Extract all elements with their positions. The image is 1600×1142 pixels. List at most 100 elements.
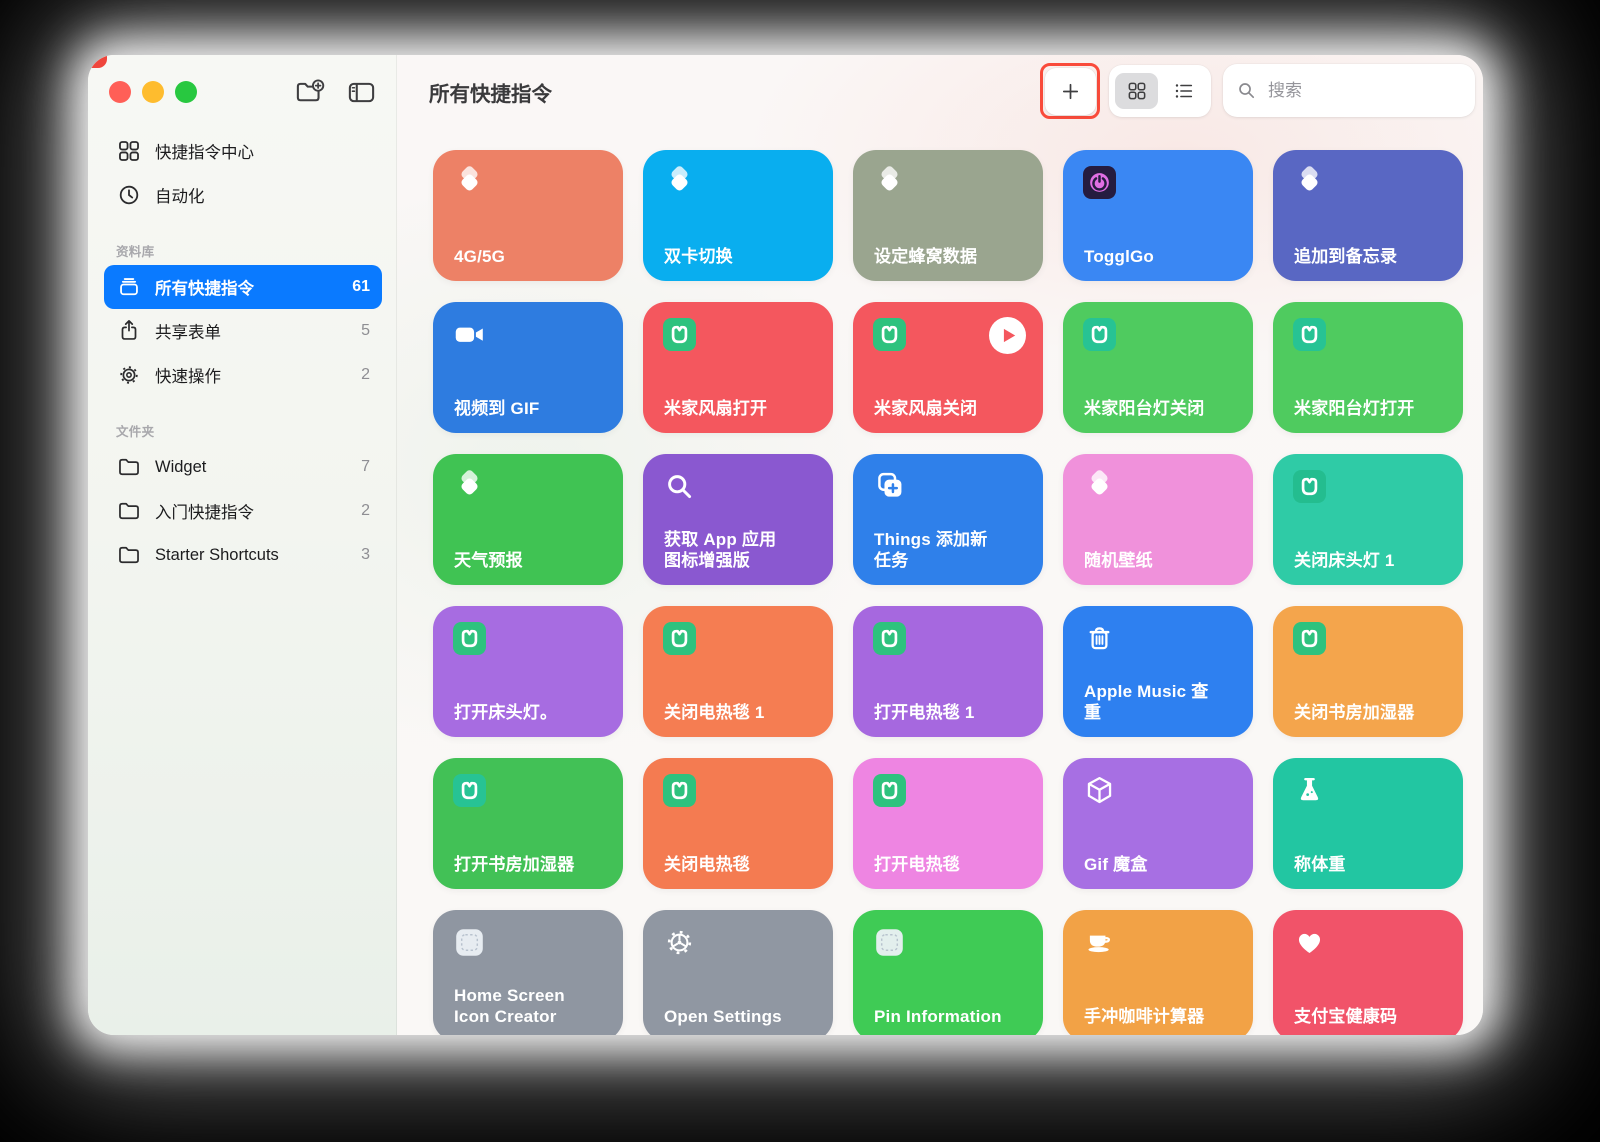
shortcut-tile[interactable]: 打开电热毯 1	[853, 606, 1043, 737]
gear-icon	[116, 362, 142, 388]
shortcut-tile[interactable]: 随机壁纸	[1063, 454, 1253, 585]
shortcut-tile[interactable]: 双卡切换	[643, 150, 833, 281]
page-title: 所有快捷指令	[429, 77, 552, 107]
sidebar-item-label: Widget	[155, 458, 361, 477]
sidebar-item-label: Starter Shortcuts	[155, 546, 361, 565]
sidebar-item-label: 共享表单	[155, 319, 361, 343]
view-mode-segmented-control	[1109, 65, 1211, 117]
new-folder-button[interactable]	[294, 77, 325, 108]
coffee-cup-icon	[1083, 926, 1116, 959]
mihome-icon	[1293, 318, 1326, 351]
grid-view-button[interactable]	[1115, 73, 1158, 109]
shortcut-tile-label: Gif 魔盒	[1084, 854, 1241, 876]
search-icon	[1236, 80, 1257, 101]
zoom-button[interactable]	[175, 81, 197, 103]
shortcut-tile[interactable]: 打开书房加湿器	[433, 758, 623, 889]
grid-view-icon	[1126, 80, 1148, 102]
shortcut-tile[interactable]: 打开电热毯	[853, 758, 1043, 889]
layers-icon	[453, 470, 486, 503]
shortcut-tile-label: 称体重	[1294, 854, 1451, 876]
shortcut-tile[interactable]: 关闭书房加湿器	[1273, 606, 1463, 737]
sidebar-toolbar	[294, 77, 377, 108]
shortcut-tile[interactable]: Open Settings	[643, 910, 833, 1035]
layers-icon	[663, 166, 696, 199]
shortcut-tile-label: 米家风扇打开	[664, 398, 821, 420]
minimize-button[interactable]	[142, 81, 164, 103]
shortcut-tile[interactable]: 视频到 GIF	[433, 302, 623, 433]
search-field[interactable]	[1223, 64, 1475, 117]
shortcut-tile[interactable]: TogglGo	[1063, 150, 1253, 281]
shortcut-tile-label: 关闭床头灯 1	[1294, 550, 1451, 572]
app-placeholder-icon	[453, 926, 486, 959]
mihome-icon	[453, 774, 486, 807]
shortcuts-app-window: 快捷指令中心 自动化 资料库 所有快捷指令 61 共享表单 5 快速操作 2 文…	[88, 55, 1483, 1035]
shortcut-tile[interactable]: 米家风扇打开	[643, 302, 833, 433]
sidebar-item-count: 3	[361, 546, 370, 564]
sidebar-item-count: 7	[361, 458, 370, 476]
sidebar-item-快速操作[interactable]: 快速操作 2	[104, 353, 382, 397]
mihome-icon	[1293, 622, 1326, 655]
shortcut-tile[interactable]: 追加到备忘录	[1273, 150, 1463, 281]
shortcut-tile[interactable]: 获取 App 应用 图标增强版	[643, 454, 833, 585]
shortcut-tile[interactable]: 关闭电热毯	[643, 758, 833, 889]
shortcut-tile-label: 获取 App 应用 图标增强版	[664, 529, 821, 573]
sidebar-item-入门快捷指令[interactable]: 入门快捷指令 2	[104, 489, 382, 533]
close-button[interactable]	[109, 81, 131, 103]
magnifier-icon	[663, 470, 696, 503]
sidebar-item-所有快捷指令[interactable]: 所有快捷指令 61	[104, 265, 382, 309]
shortcut-tile[interactable]: 关闭床头灯 1	[1273, 454, 1463, 585]
sidebar-item-label: 入门快捷指令	[155, 499, 361, 523]
folder-icon	[116, 498, 142, 524]
shortcut-tile-label: Open Settings	[664, 1006, 821, 1028]
shortcut-tile[interactable]: 关闭电热毯 1	[643, 606, 833, 737]
window-controls	[109, 81, 197, 103]
sidebar-item-自动化[interactable]: 自动化	[104, 173, 382, 217]
shortcut-tile[interactable]: Pin Information	[853, 910, 1043, 1035]
shortcut-tile[interactable]: 米家阳台灯打开	[1273, 302, 1463, 433]
shortcut-tile[interactable]: 米家阳台灯关闭	[1063, 302, 1253, 433]
sidebar-item-widget[interactable]: Widget 7	[104, 445, 382, 489]
sidebar-item-starter-shortcuts[interactable]: Starter Shortcuts 3	[104, 533, 382, 577]
power-app-icon	[1083, 166, 1116, 199]
sidebar-list: 快捷指令中心 自动化 资料库 所有快捷指令 61 共享表单 5 快速操作 2 文…	[104, 129, 382, 577]
sidebar-item-共享表单[interactable]: 共享表单 5	[104, 309, 382, 353]
layers-icon	[1293, 166, 1326, 199]
sidebar-item-label: 所有快捷指令	[155, 275, 352, 299]
mihome-icon	[663, 318, 696, 351]
shortcut-tile[interactable]: 支付宝健康码	[1273, 910, 1463, 1035]
list-view-icon	[1173, 80, 1195, 102]
duplicate-plus-icon	[873, 470, 906, 503]
mihome-icon	[663, 774, 696, 807]
shortcut-tile[interactable]: Gif 魔盒	[1063, 758, 1253, 889]
all-shortcuts-icon	[116, 274, 142, 300]
shortcut-tile-label: 双卡切换	[664, 246, 821, 268]
shortcut-tile-label: Apple Music 查 重	[1084, 681, 1241, 725]
toggle-sidebar-button[interactable]	[346, 77, 377, 108]
add-shortcut-button[interactable]	[1045, 68, 1096, 115]
shortcut-tile[interactable]: 天气预报	[433, 454, 623, 585]
mihome-icon	[453, 622, 486, 655]
shortcut-tile[interactable]: 称体重	[1273, 758, 1463, 889]
add-shortcut-annotation-box	[1040, 63, 1100, 119]
shortcut-tile[interactable]: Apple Music 查 重	[1063, 606, 1253, 737]
shortcut-tile[interactable]: 米家风扇关闭	[853, 302, 1043, 433]
trash-icon	[1083, 622, 1116, 655]
shortcut-tile[interactable]: Things 添加新 任务	[853, 454, 1043, 585]
list-view-button[interactable]	[1162, 73, 1205, 109]
shortcut-tile[interactable]: 手冲咖啡计算器	[1063, 910, 1253, 1035]
shortcut-tile[interactable]: 打开床头灯。	[433, 606, 623, 737]
shortcut-tile[interactable]: 设定蜂窝数据	[853, 150, 1043, 281]
shortcut-tile-label: 打开电热毯	[874, 854, 1031, 876]
search-input[interactable]	[1266, 80, 1462, 102]
layers-icon	[873, 166, 906, 199]
run-play-badge[interactable]	[989, 317, 1026, 354]
sidebar-toggle-icon	[346, 77, 377, 108]
shortcut-tile-label: TogglGo	[1084, 246, 1241, 268]
layers-icon	[453, 166, 486, 199]
sidebar-item-快捷指令中心[interactable]: 快捷指令中心	[104, 129, 382, 173]
shortcut-tile[interactable]: 4G/5G	[433, 150, 623, 281]
app-placeholder-icon	[873, 926, 906, 959]
shortcut-tile[interactable]: Home Screen Icon Creator	[433, 910, 623, 1035]
sidebar-section-title: 文件夹	[116, 421, 382, 440]
shortcut-tile-label: 米家风扇关闭	[874, 398, 1031, 420]
